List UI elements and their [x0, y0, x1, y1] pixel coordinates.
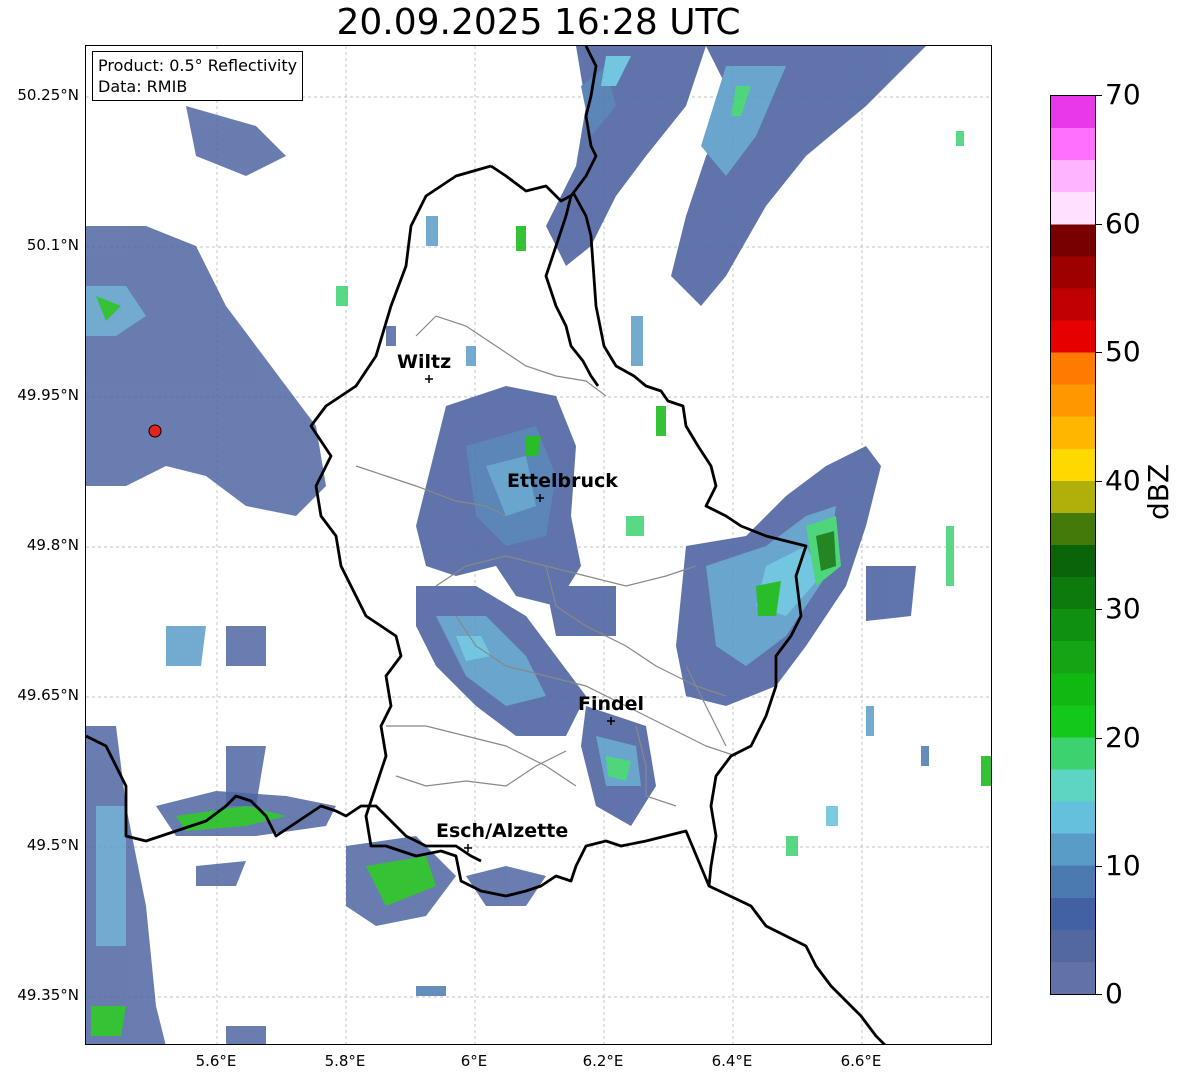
city-label-esch-alzette: Esch/Alzette: [436, 820, 569, 842]
colorbar-tick: [1096, 994, 1102, 995]
radar-site-marker: [148, 424, 162, 438]
product-line: Product: 0.5° Reflectivity: [98, 56, 298, 75]
colorbar-tick-label: 40: [1105, 464, 1141, 497]
colorbar-tick: [1096, 866, 1102, 867]
colorbar-unit-label: dBZ: [1142, 463, 1175, 520]
data-source-line: Data: RMIB: [98, 77, 188, 96]
longitude-label: 6.2°E: [582, 1052, 624, 1070]
latitude-label: 49.95°N: [17, 386, 79, 404]
colorbar-tick-label: 50: [1105, 335, 1141, 368]
colorbar-tick-label: 20: [1105, 721, 1141, 754]
colorbar-tick-label: 70: [1105, 78, 1141, 111]
colorbar-tick: [1096, 609, 1102, 610]
chart-title: 20.09.2025 16:28 UTC: [336, 2, 741, 43]
longitude-label: 6.4°E: [711, 1052, 753, 1070]
longitude-label: 5.6°E: [195, 1052, 237, 1070]
colorbar-tick: [1096, 481, 1102, 482]
reflectivity-echoes: [86, 46, 991, 1044]
longitude-label: 6°E: [460, 1052, 488, 1070]
latitude-label: 50.1°N: [26, 236, 79, 254]
latitude-label: 49.8°N: [26, 536, 79, 554]
city-label-ettelbruck: Ettelbruck: [507, 470, 618, 492]
city-label-findel: Findel: [578, 693, 645, 715]
colorbar-tick-label: 60: [1105, 207, 1141, 240]
latitude-label: 49.35°N: [17, 986, 79, 1004]
colorbar-tick-label: 30: [1105, 592, 1141, 625]
colorbar-tick: [1096, 224, 1102, 225]
product-info-box: Product: 0.5° Reflectivity Data: RMIB: [92, 51, 304, 101]
colorbar-tick: [1096, 738, 1102, 739]
radar-map[interactable]: [86, 46, 992, 1045]
colorbar-tick-label: 0: [1105, 977, 1123, 1010]
latitude-label: 49.65°N: [17, 686, 79, 704]
longitude-label: 6.6°E: [840, 1052, 882, 1070]
longitude-label: 5.8°E: [324, 1052, 366, 1070]
latitude-label: 49.5°N: [26, 836, 79, 854]
colorbar: [1050, 95, 1096, 995]
colorbar-tick-label: 10: [1105, 849, 1141, 882]
city-label-wiltz: Wiltz: [397, 351, 452, 373]
map-panel[interactable]: [85, 45, 992, 1045]
latitude-label: 50.25°N: [17, 86, 79, 104]
colorbar-tick: [1096, 352, 1102, 353]
colorbar-tick: [1096, 95, 1102, 96]
